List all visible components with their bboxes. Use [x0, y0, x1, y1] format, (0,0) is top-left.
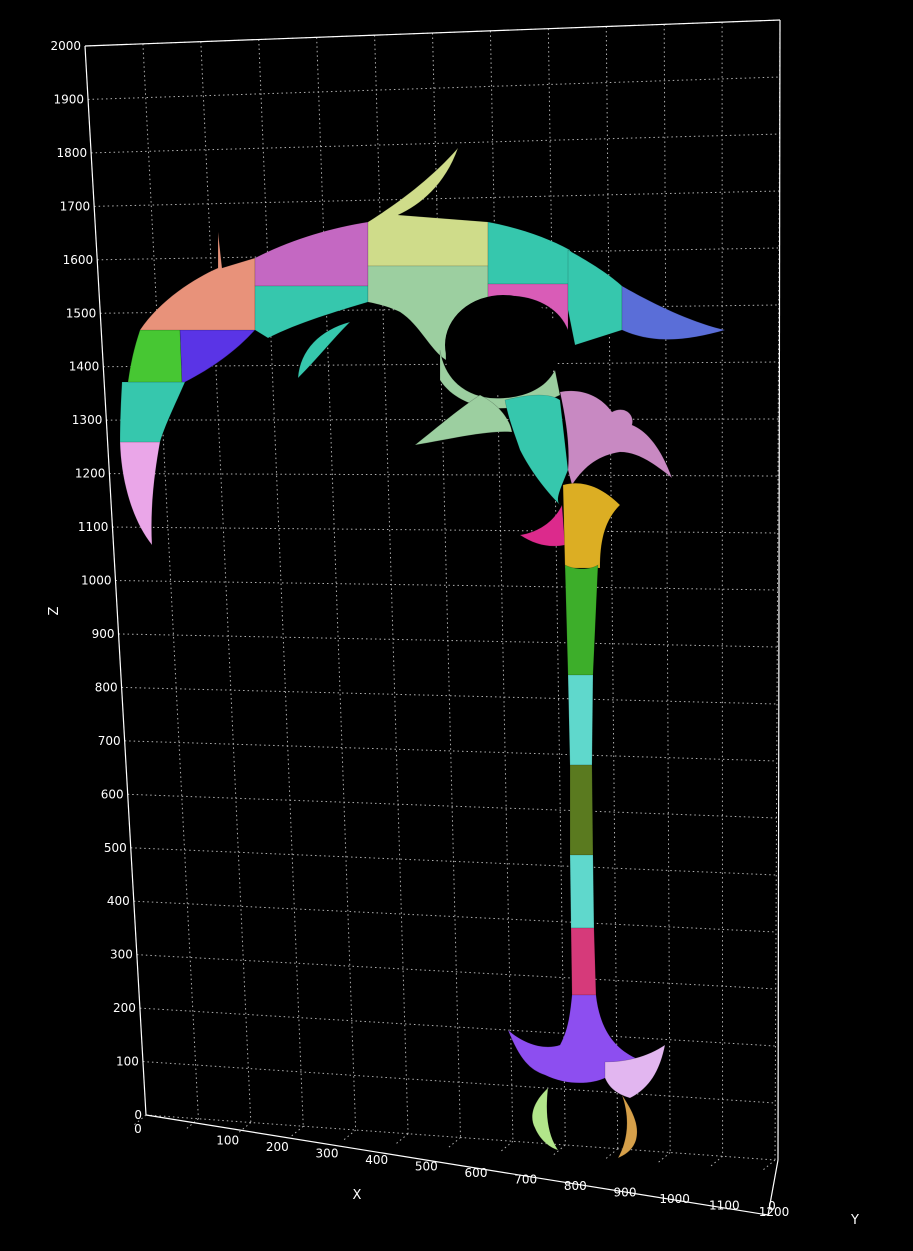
- x-tick-label: 200: [266, 1140, 289, 1154]
- mesh-segment-neck-mauve: [559, 390, 673, 486]
- mesh-segment-blade-hook-teal: [297, 321, 352, 379]
- grid-line-floor: [710, 1155, 723, 1167]
- grid-group: [84, 19, 781, 1216]
- z-tick-label: 700: [98, 734, 121, 748]
- mesh-segment-blade-teal-mid: [254, 285, 369, 339]
- z-tick-label: 1500: [66, 306, 97, 320]
- axis-labels: 0100200300400500600700800900100011001200…: [47, 39, 859, 1228]
- x-tick-label: 900: [614, 1186, 637, 1200]
- scythe-mesh: [119, 147, 726, 1159]
- x-tick-label: 600: [465, 1166, 488, 1180]
- mesh-segment-blade-salmon: [139, 231, 256, 331]
- mesh-segment-shaft-green: [564, 564, 599, 676]
- grid-line-floor: [186, 1118, 199, 1130]
- 3d-plot-viewport[interactable]: 0 100 200 300 400 500 600 700 800 900 1000 1100 1200…: [0, 0, 913, 1251]
- mesh-segment-blade-magenta: [254, 221, 369, 287]
- x-axis-title: X: [353, 1188, 362, 1203]
- blade-ring-hole: [445, 295, 561, 395]
- z-tick-label: 600: [101, 787, 124, 801]
- y-tick-label: 0: [768, 1199, 776, 1213]
- grid-line-floor: [395, 1133, 409, 1145]
- x-tick-label: 800: [564, 1179, 587, 1193]
- mesh-segment-blade-green: [127, 329, 183, 383]
- mesh-segment-blade-violet: [179, 329, 256, 383]
- z-tick-label: 1300: [72, 413, 103, 427]
- mesh-segment-neck-hotpink: [519, 503, 566, 547]
- x-tick-label: 100: [216, 1134, 239, 1148]
- z-tick-label: 1200: [75, 467, 106, 481]
- y-axis-title: Y: [850, 1213, 859, 1228]
- mesh-segment-blade-blue: [621, 285, 726, 340]
- x-tick-label: 1100: [709, 1199, 740, 1213]
- x-tick-label: 300: [316, 1147, 339, 1161]
- z-tick-label: 1700: [60, 199, 91, 213]
- x-tick-label: 1000: [659, 1192, 690, 1206]
- z-tick-label: 0: [134, 1108, 142, 1122]
- mesh-segment-shaft-crimson: [570, 927, 597, 996]
- z-tick-label: 900: [92, 627, 115, 641]
- z-tick-label: 500: [104, 841, 127, 855]
- grid-line-floor: [762, 1159, 776, 1171]
- grid-line-floor: [657, 1152, 671, 1163]
- z-tick-label: 800: [95, 680, 118, 694]
- mesh-segment-shaft-cyan-2: [569, 854, 595, 929]
- x-tick-label: 0: [134, 1122, 142, 1136]
- z-tick-label: 1400: [69, 360, 100, 374]
- z-tick-label: 100: [116, 1055, 139, 1069]
- mesh-segment-shaft-olive: [569, 764, 594, 856]
- grid-line-floor: [605, 1148, 619, 1160]
- grid-line-floor: [448, 1137, 461, 1148]
- z-tick-label: 1600: [63, 253, 94, 267]
- mesh-segment-blade-teal-low: [119, 381, 186, 443]
- x-tick-label: 700: [514, 1173, 537, 1187]
- grid-line-x: [721, 22, 724, 1157]
- grid-line-floor: [500, 1140, 514, 1152]
- mesh-segment-pommel-claw-left: [531, 1087, 559, 1151]
- z-tick-label: 1800: [57, 146, 88, 160]
- z-tick-label: 400: [107, 894, 130, 908]
- mesh-segment-blade-tip: [119, 441, 161, 546]
- plot-canvas: 0100200300400500600700800900100011001200…: [47, 19, 859, 1228]
- z-tick-label: 1900: [54, 92, 85, 106]
- z-tick-label: 300: [110, 948, 133, 962]
- z-axis-title: Z: [47, 606, 62, 615]
- z-tick-label: 200: [113, 1001, 136, 1015]
- grid-line-floor: [290, 1125, 304, 1137]
- grid-line-floor: [343, 1129, 356, 1141]
- z-tick-label: 2000: [50, 39, 81, 53]
- mesh-segment-blade-teal-right: [487, 221, 571, 285]
- z-tick-label: 1100: [78, 520, 109, 534]
- mesh-segment-blade-yellow: [367, 147, 489, 267]
- z-tick-label: 1000: [81, 574, 112, 588]
- x-tick-label: 500: [415, 1160, 438, 1174]
- mesh-segment-blade-teal-ring: [567, 249, 623, 346]
- x-tick-label: 400: [365, 1153, 388, 1167]
- mesh-segment-shaft-cyan: [567, 674, 594, 766]
- mesh-segment-pommel-claw-right: [617, 1094, 638, 1159]
